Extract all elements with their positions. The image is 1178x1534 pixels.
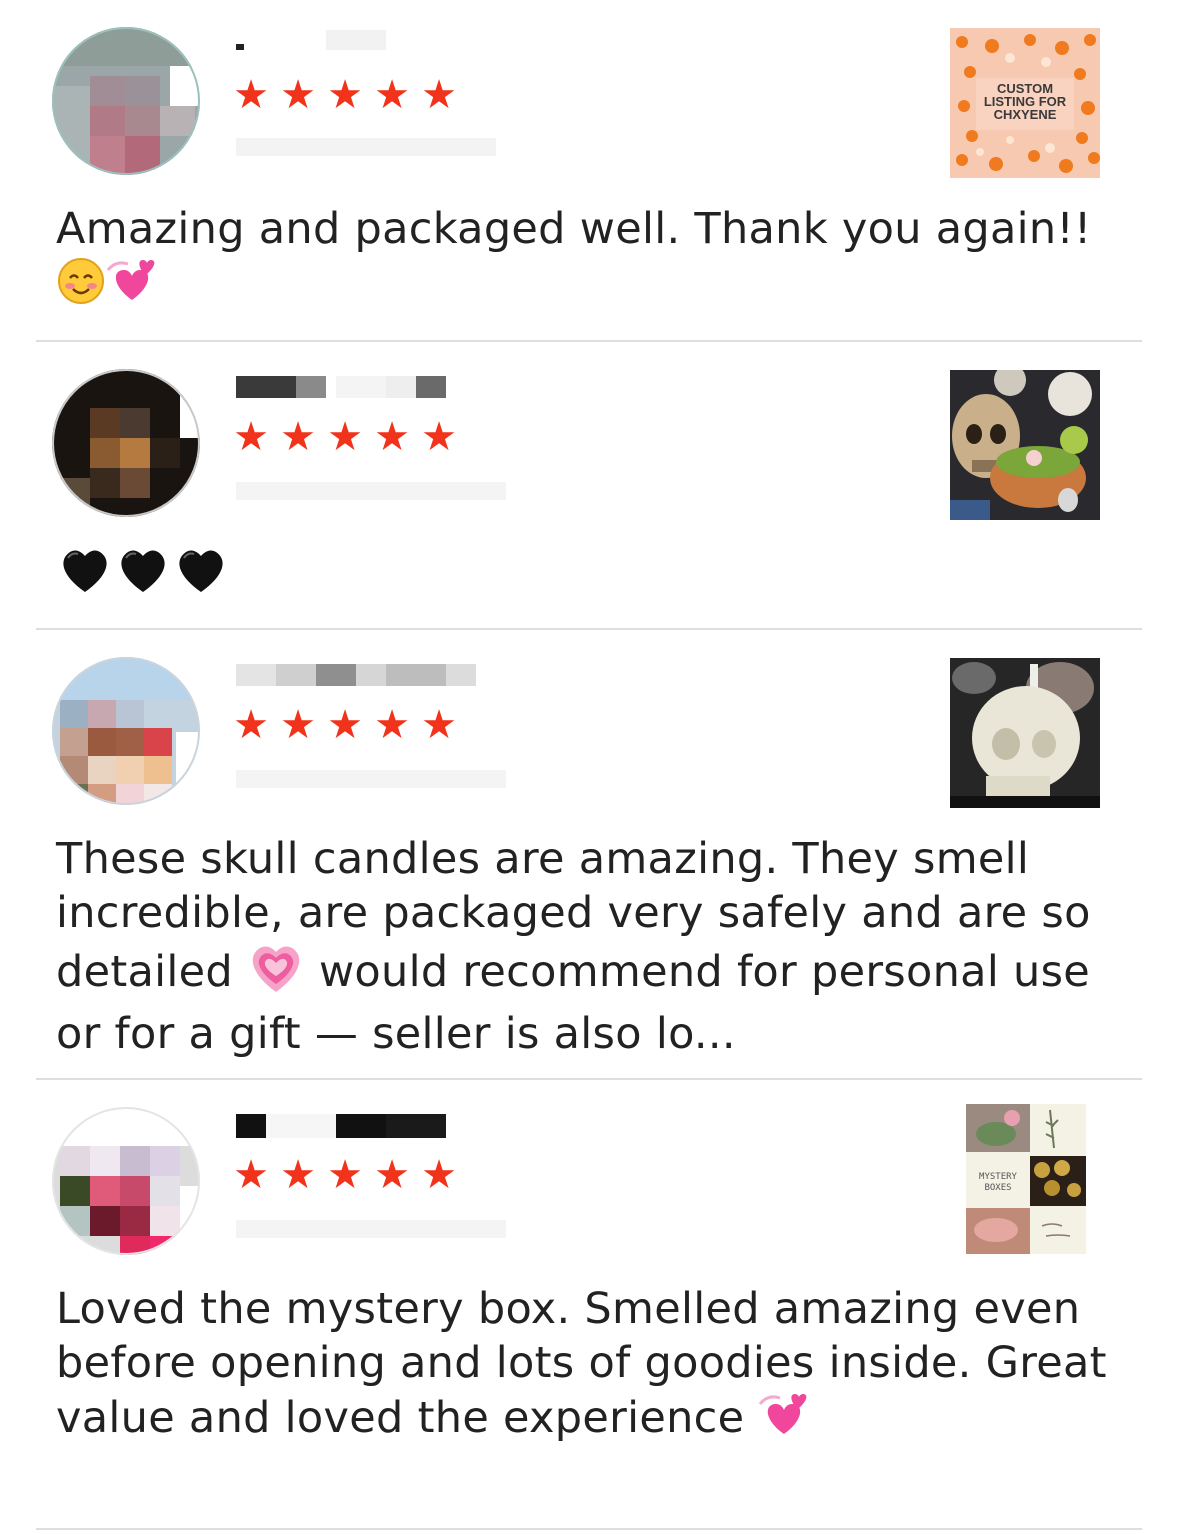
reviewer-name-blurred bbox=[236, 30, 516, 60]
review-text-body: Amazing and packaged well. Thank you aga… bbox=[56, 204, 1092, 254]
thumbnail-label: MYSTERY BOXES bbox=[979, 1172, 1017, 1193]
review-card: ★ ★ ★ ★ ★ These skull candles are amazin… bbox=[36, 630, 1142, 1080]
thumbnail-label: CUSTOM LISTING FOR CHXYENE bbox=[983, 81, 1067, 122]
review-text: Loved the mystery box. Smelled amazing e… bbox=[56, 1282, 1132, 1453]
reviewer-name-blurred bbox=[236, 372, 516, 402]
review-date-blurred bbox=[236, 474, 516, 502]
reviewer-avatar[interactable] bbox=[50, 26, 210, 176]
star-icon: ★ bbox=[280, 72, 316, 118]
star-icon: ★ bbox=[280, 1152, 316, 1198]
listing-thumbnail[interactable]: CUSTOM LISTING FOR CHXYENE bbox=[950, 28, 1100, 178]
reviewer-avatar[interactable] bbox=[50, 1106, 210, 1256]
black-heart-icon bbox=[56, 542, 114, 609]
star-icon: ★ bbox=[374, 414, 410, 460]
review-date-blurred bbox=[236, 1212, 516, 1240]
revolving-hearts-icon bbox=[106, 256, 156, 319]
star-rating: ★ ★ ★ ★ ★ bbox=[232, 72, 458, 118]
star-icon: ★ bbox=[327, 1152, 363, 1198]
star-icon: ★ bbox=[374, 72, 410, 118]
star-icon: ★ bbox=[327, 414, 363, 460]
black-heart-icon bbox=[114, 542, 172, 609]
review-card: ★ ★ ★ ★ ★ CUSTOM LISTING FOR CHXYENE Ama… bbox=[36, 0, 1142, 342]
review-card: ★ ★ ★ ★ ★ MYSTERY BOXES Loved the myster… bbox=[36, 1080, 1142, 1530]
reviewer-avatar[interactable] bbox=[50, 368, 210, 518]
smiling-face-icon bbox=[56, 256, 106, 319]
review-text bbox=[56, 542, 1132, 609]
listing-thumbnail[interactable] bbox=[950, 658, 1100, 808]
star-icon: ★ bbox=[327, 702, 363, 748]
star-icon: ★ bbox=[421, 702, 457, 748]
listing-thumbnail[interactable]: MYSTERY BOXES bbox=[966, 1104, 1086, 1254]
star-icon: ★ bbox=[233, 1152, 269, 1198]
reviewer-name-blurred bbox=[236, 1110, 516, 1140]
star-icon: ★ bbox=[280, 414, 316, 460]
star-rating: ★ ★ ★ ★ ★ bbox=[232, 414, 458, 460]
star-rating: ★ ★ ★ ★ ★ bbox=[232, 702, 458, 748]
reviewer-avatar[interactable] bbox=[50, 656, 210, 806]
star-icon: ★ bbox=[233, 72, 269, 118]
star-icon: ★ bbox=[421, 414, 457, 460]
review-date-blurred bbox=[236, 132, 516, 160]
review-date-blurred bbox=[236, 762, 516, 790]
review-card: ★ ★ ★ ★ ★ bbox=[36, 342, 1142, 630]
star-icon: ★ bbox=[233, 702, 269, 748]
star-icon: ★ bbox=[327, 72, 363, 118]
star-icon: ★ bbox=[374, 702, 410, 748]
listing-thumbnail[interactable] bbox=[950, 370, 1100, 520]
review-text: These skull candles are amazing. They sm… bbox=[56, 832, 1132, 1061]
reviewer-name-blurred bbox=[236, 660, 516, 690]
black-heart-icon bbox=[172, 542, 230, 609]
growing-heart-icon bbox=[247, 940, 305, 1007]
star-icon: ★ bbox=[421, 1152, 457, 1198]
star-icon: ★ bbox=[374, 1152, 410, 1198]
star-icon: ★ bbox=[233, 414, 269, 460]
star-icon: ★ bbox=[421, 72, 457, 118]
star-icon: ★ bbox=[280, 702, 316, 748]
revolving-hearts-icon bbox=[758, 1390, 808, 1453]
review-text-body: Loved the mystery box. Smelled amazing e… bbox=[56, 1284, 1107, 1443]
review-text: Amazing and packaged well. Thank you aga… bbox=[56, 202, 1132, 319]
star-rating: ★ ★ ★ ★ ★ bbox=[232, 1152, 458, 1198]
